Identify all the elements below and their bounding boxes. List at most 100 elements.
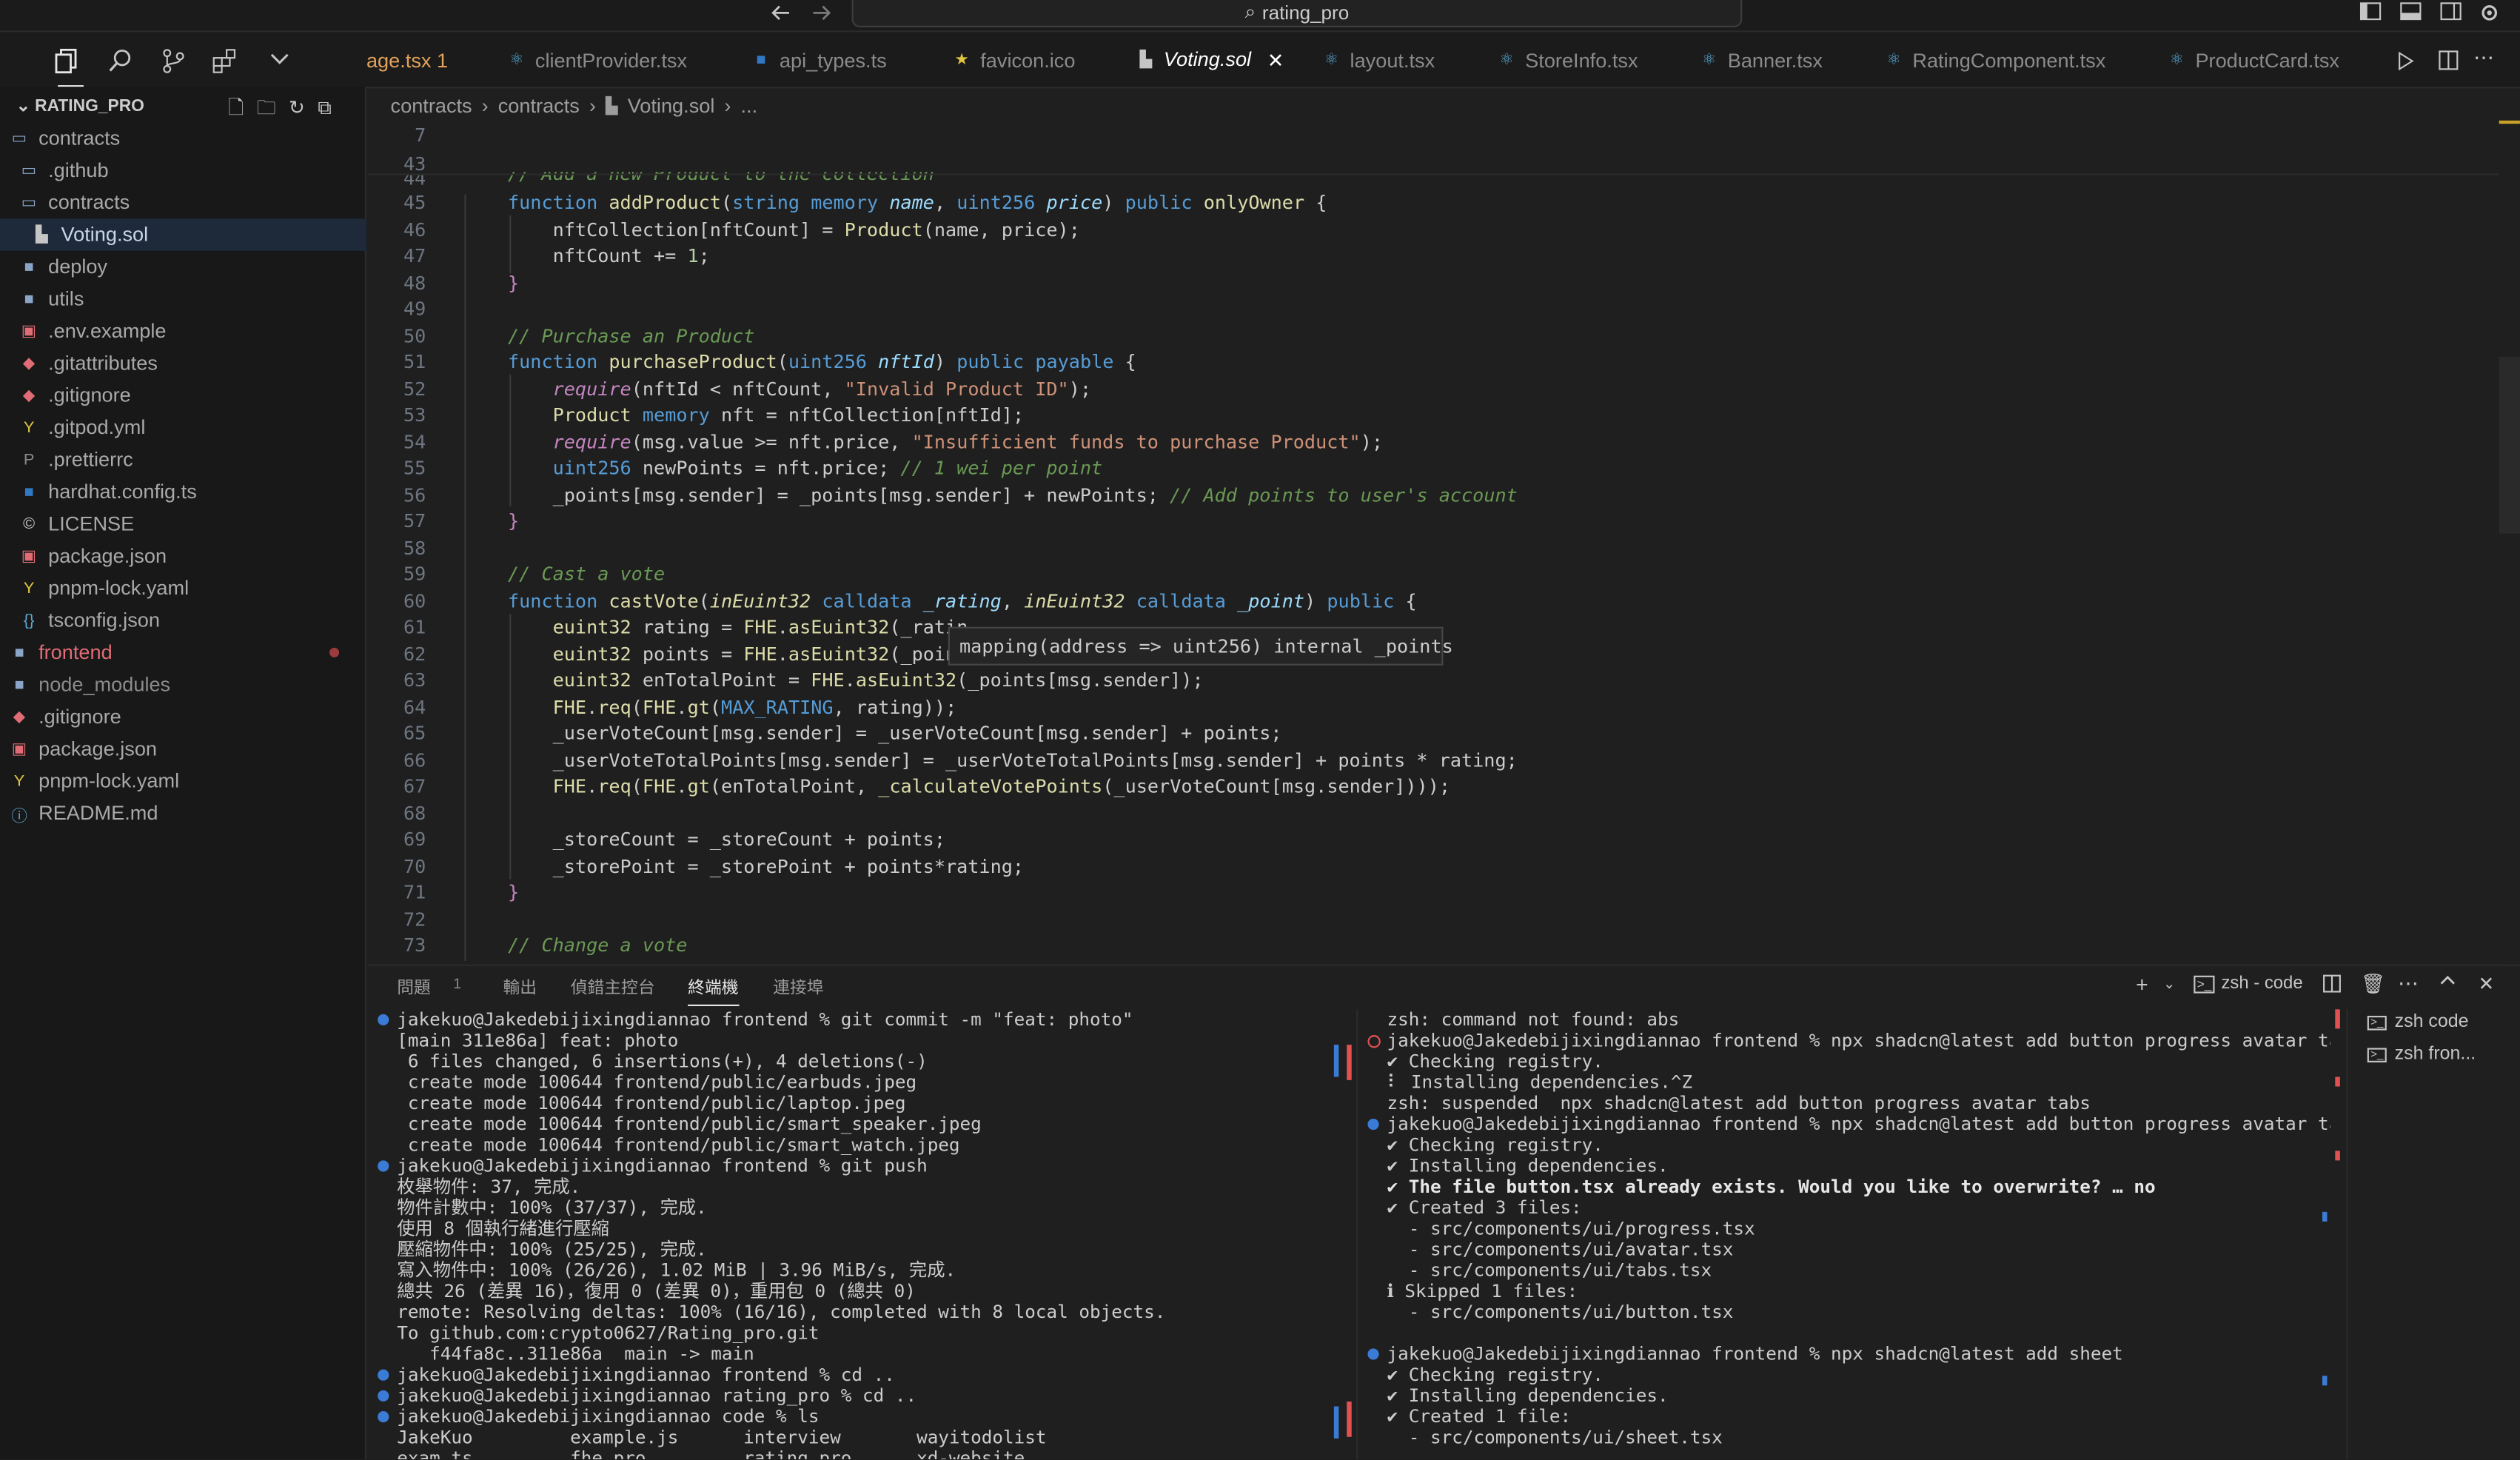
tree-item-node-modules[interactable]: ■ node_modules xyxy=(0,669,366,700)
tree-item-prettierrc[interactable]: P .prettierrc xyxy=(0,443,366,475)
tab-ratingcomponent[interactable]: ⚛ RatingComponent.tsx xyxy=(1885,32,2106,87)
close-panel-icon[interactable]: ✕ xyxy=(2479,972,2495,994)
tab-storeinfo[interactable]: ⚛ StoreInfo.tsx xyxy=(1498,32,1638,87)
tree-item-gitattributes[interactable]: ◆ .gitattributes xyxy=(0,347,366,379)
split-editor-icon[interactable] xyxy=(2438,50,2459,70)
tab-layout[interactable]: ⚛ layout.tsx xyxy=(1323,32,1435,87)
tab-productcard[interactable]: ⚛ ProductCard.tsx xyxy=(2168,32,2339,87)
tree-item-package-json-root[interactable]: ▣ package.json xyxy=(0,733,366,765)
extensions-icon[interactable] xyxy=(212,48,238,74)
tab-favicon[interactable]: ★ favicon.ico xyxy=(953,32,1076,87)
toggle-secondary-sidebar-icon[interactable] xyxy=(2439,1,2465,24)
back-arrow-icon[interactable] xyxy=(768,1,794,24)
chevron-down-icon[interactable]: ⌄ xyxy=(2163,976,2175,994)
tree-item-pnpm-lock[interactable]: Ypnpm-lock.yaml xyxy=(0,572,366,604)
toggle-sidebar-icon[interactable] xyxy=(2359,1,2385,24)
tree-item-voting-sol[interactable]: ▙ Voting.sol xyxy=(0,218,366,251)
trash-icon[interactable]: 🗑 xyxy=(2361,972,2385,994)
new-folder-icon[interactable]: 🗀 xyxy=(257,96,289,118)
tree-item-frontend[interactable]: ■ frontend xyxy=(0,637,366,669)
tree-item-contracts[interactable]: ▭ contracts xyxy=(0,187,366,218)
terminal-line: 總共 26 (差異 16)，復用 0 (差異 0)，重用包 0 (總共 0) xyxy=(397,1281,916,1302)
breadcrumb-item[interactable]: ... xyxy=(741,95,758,117)
terminal-line: jakekuo@Jakedebijixingdiannao frontend %… xyxy=(397,1364,895,1386)
new-file-icon[interactable]: 🗋 xyxy=(228,96,256,118)
code-line: uint256 newPoints = nft.price; // 1 wei … xyxy=(552,456,1103,479)
tab-problems[interactable]: 問題 xyxy=(397,976,431,1000)
code-line: require(msg.value >= nft.price, "Insuffi… xyxy=(552,430,1384,454)
tab-ports[interactable]: 連接埠 xyxy=(773,976,823,1000)
collapse-all-icon[interactable]: ⧉ xyxy=(318,96,344,118)
overview-marker xyxy=(1347,1045,1352,1080)
tab-api-types[interactable]: ■ api_types.ts xyxy=(752,32,886,87)
tree-item-env-example[interactable]: ▣ .env.example xyxy=(0,315,366,346)
terminal-selector[interactable]: >_ zsh - code xyxy=(2194,974,2303,994)
tree-label: hardhat.config.ts xyxy=(48,480,197,503)
more-actions-icon[interactable]: ⋯ xyxy=(2398,971,2419,997)
tree-label: .prettierrc xyxy=(48,448,133,472)
tree-item-package-json[interactable]: ▣ package.json xyxy=(0,540,366,572)
code-line: } xyxy=(508,880,520,904)
code-line: euint32 rating = FHE.asEuint32(_ratin xyxy=(552,615,968,638)
breadcrumb-item[interactable]: contracts xyxy=(498,95,580,117)
terminal-icon: >_ xyxy=(2194,974,2215,993)
tab-output[interactable]: 輸出 xyxy=(503,976,537,1000)
tree-item-github[interactable]: ▭ .github xyxy=(0,154,366,186)
toggle-panel-icon[interactable] xyxy=(2399,1,2425,24)
new-terminal-icon[interactable]: + xyxy=(2136,972,2148,997)
forward-arrow-icon[interactable] xyxy=(808,1,834,24)
explorer-title[interactable]: ⌄ RATING_PRO xyxy=(16,96,144,115)
search-view-icon[interactable] xyxy=(107,48,133,74)
explorer-icon[interactable] xyxy=(55,48,81,74)
github-folder-icon: ▭ xyxy=(21,161,37,180)
tree-item-readme[interactable]: ⓘ README.md xyxy=(0,797,366,829)
command-center-search[interactable]: ⌕ rating_pro xyxy=(851,0,1743,27)
tree-item-gitignore-root[interactable]: ◆ .gitignore xyxy=(0,701,366,733)
tree-item-hardhat-config[interactable]: ■ hardhat.config.ts xyxy=(0,476,366,508)
terminal-left[interactable]: jakekuo@Jakedebijixingdiannao frontend %… xyxy=(368,1009,1333,1459)
tab-terminal[interactable]: 終端機 xyxy=(688,976,739,1006)
terminal-list-item-code[interactable]: >_ zsh code xyxy=(2367,1013,2520,1032)
split-terminal-icon[interactable] xyxy=(2322,974,2342,994)
tree-item-license[interactable]: © LICENSE xyxy=(0,508,366,540)
line-number: 61 xyxy=(403,615,426,638)
tab-debug-console[interactable]: 偵錯主控台 xyxy=(571,976,655,1000)
source-control-icon[interactable] xyxy=(161,48,187,74)
run-icon[interactable] xyxy=(2398,51,2414,71)
code-line: function purchaseProduct(uint256 nftId) … xyxy=(508,350,1136,373)
react-icon: ⚛ xyxy=(1886,51,1902,70)
code-line: FHE.req(FHE.gt(enTotalPoint, _calculateV… xyxy=(552,774,1451,797)
line-number: 43 xyxy=(403,153,426,175)
terminal-list-item-frontend[interactable]: >_ zsh fron... xyxy=(2367,1045,2520,1064)
terminal-line: ⠇ Installing dependencies.^Z xyxy=(1387,1071,1693,1094)
tab-clientprovider[interactable]: ⚛ clientProvider.tsx xyxy=(508,32,687,87)
chevron-down-icon[interactable] xyxy=(269,51,291,67)
terminal-right[interactable]: zsh: command not found: abs jakekuo@Jake… xyxy=(1358,1009,2330,1459)
line-number: 50 xyxy=(403,324,426,347)
tree-item-pnpm-lock-root[interactable]: Ypnpm-lock.yaml xyxy=(0,765,366,797)
tree-item-tsconfig[interactable]: {} tsconfig.json xyxy=(0,604,366,636)
line-number: 52 xyxy=(403,378,426,401)
settings-gear-icon[interactable] xyxy=(2479,1,2504,24)
refresh-icon[interactable]: ↻ xyxy=(289,96,318,118)
code-editor[interactable]: 7 43 44 // Add a new Product to the coll… xyxy=(368,124,2499,962)
breadcrumb-item[interactable]: Voting.sol xyxy=(628,95,715,117)
tab-banner[interactable]: ⚛ Banner.tsx xyxy=(1700,32,1823,87)
tab-voting-sol[interactable]: ▙ Voting.sol ✕ xyxy=(1122,32,1300,87)
code-line: // Cast a vote xyxy=(508,562,666,586)
terminal-line: jakekuo@Jakedebijixingdiannao frontend %… xyxy=(1387,1030,2330,1051)
maximize-panel-icon[interactable] xyxy=(2438,972,2457,988)
tab-page-tsx[interactable]: age.tsx 1 xyxy=(366,32,448,87)
editor-scrollbar[interactable] xyxy=(2499,356,2520,534)
tree-item-contracts-root[interactable]: ▭ contracts xyxy=(0,122,366,154)
tree-item-gitignore[interactable]: ◆ .gitignore xyxy=(0,379,366,411)
breadcrumb-item[interactable]: contracts xyxy=(391,95,472,117)
tree-label: tsconfig.json xyxy=(48,609,160,632)
more-actions-icon[interactable]: ⋯ xyxy=(2473,45,2494,71)
terminal-line: - src/components/ui/sheet.tsx xyxy=(1387,1427,1723,1448)
workspace-name: RATING_PRO xyxy=(35,96,144,116)
tree-item-deploy[interactable]: ■ deploy xyxy=(0,251,366,283)
close-icon[interactable]: ✕ xyxy=(1267,47,1284,71)
tree-item-gitpod[interactable]: Y .gitpod.yml xyxy=(0,412,366,443)
tree-item-utils[interactable]: ■ utils xyxy=(0,283,366,315)
